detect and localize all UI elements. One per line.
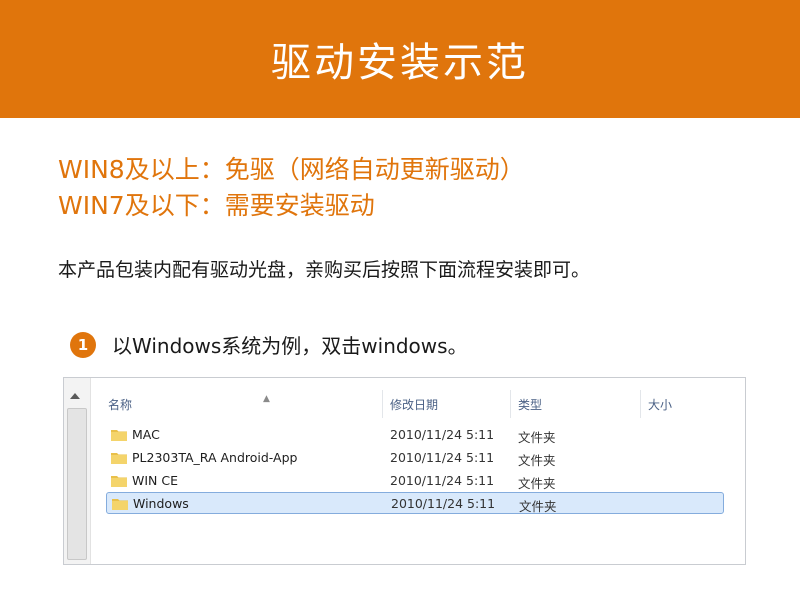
header-banner: 驱动安装示范 [0, 0, 800, 118]
step-number-badge: 1 [70, 331, 96, 358]
scroll-thumb[interactable] [67, 408, 87, 560]
folder-icon [111, 430, 127, 441]
column-header-type[interactable]: 类型 [518, 396, 542, 413]
column-header-row: 名称 ▲ 修改日期 类型 大小 [90, 386, 745, 422]
sort-arrow-icon: ▲ [263, 394, 270, 404]
file-explorer-window: 名称 ▲ 修改日期 类型 大小 MAC 2010/11/24 5:11 文件夹 … [63, 377, 746, 565]
column-divider[interactable] [382, 390, 383, 418]
vertical-scrollbar[interactable] [64, 378, 91, 564]
file-row-wince[interactable]: WIN CE 2010/11/24 5:11 文件夹 [106, 470, 724, 492]
file-date: 2010/11/24 5:11 [391, 496, 496, 511]
file-type: 文件夹 [519, 499, 557, 514]
file-name: MAC [132, 427, 160, 442]
file-type: 文件夹 [518, 430, 556, 445]
step-instruction: 以Windows系统为例，双击windows。 [112, 334, 468, 358]
folder-icon [111, 476, 127, 487]
folder-icon [111, 453, 127, 464]
file-date: 2010/11/24 5:11 [390, 473, 495, 488]
file-row-mac[interactable]: MAC 2010/11/24 5:11 文件夹 [106, 424, 724, 446]
column-divider[interactable] [510, 390, 511, 418]
file-date: 2010/11/24 5:11 [390, 450, 495, 465]
column-header-date[interactable]: 修改日期 [390, 396, 438, 413]
file-name: Windows [133, 496, 189, 511]
step-1: 1 以Windows系统为例，双击windows。 [70, 330, 468, 359]
win8-note: WIN8及以上：免驱（网络自动更新驱动） [58, 155, 525, 184]
file-date: 2010/11/24 5:11 [390, 427, 495, 442]
column-divider[interactable] [640, 390, 641, 418]
file-row-pl2303[interactable]: PL2303TA_RA Android-App 2010/11/24 5:11 … [106, 447, 724, 469]
folder-icon [112, 499, 128, 510]
file-type: 文件夹 [518, 453, 556, 468]
win7-note: WIN7及以下：需要安装驱动 [58, 191, 375, 220]
column-header-name[interactable]: 名称 [108, 396, 132, 413]
file-name: PL2303TA_RA Android-App [132, 450, 298, 465]
scroll-up-arrow-icon[interactable] [70, 393, 80, 399]
column-header-size[interactable]: 大小 [648, 396, 672, 413]
file-type: 文件夹 [518, 476, 556, 491]
file-name: WIN CE [132, 473, 178, 488]
intro-text: 本产品包装内配有驱动光盘，亲购买后按照下面流程安装即可。 [58, 259, 591, 281]
page-title: 驱动安装示范 [271, 40, 529, 86]
os-compatibility-notes: WIN8及以上：免驱（网络自动更新驱动） WIN7及以下：需要安装驱动 [58, 152, 525, 224]
file-row-windows[interactable]: Windows 2010/11/24 5:11 文件夹 [106, 492, 724, 514]
